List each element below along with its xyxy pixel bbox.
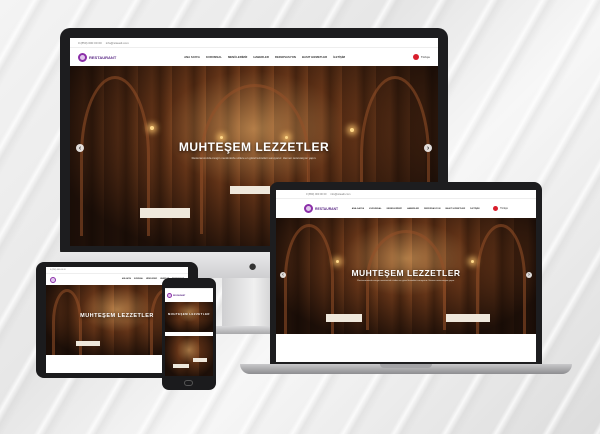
hero-title: MUHTEŞEM LEZZETLER: [168, 312, 210, 316]
dining-table: [193, 358, 207, 362]
lamp-light: [471, 260, 474, 263]
laptop-navbar: RESTAURANT ANA SAYFA KURUMSAL MENÜLERİMİ…: [276, 198, 536, 218]
dining-table: [76, 341, 100, 346]
phone-navbar: RESTAURANT: [165, 288, 213, 302]
phone: RESTAURANT MUHTEŞEM LEZZETLER: [162, 278, 216, 390]
turkey-flag-icon: [493, 206, 499, 211]
menu-item-home[interactable]: ANA SAYFA: [184, 55, 200, 59]
lamp-light: [220, 136, 223, 139]
site-logo[interactable]: RESTAURANT: [304, 204, 338, 213]
slider-prev-button[interactable]: ‹: [76, 144, 84, 152]
dining-table: [446, 314, 490, 322]
menu-item-home[interactable]: ANA SAYFA: [352, 208, 364, 210]
hero-subtitle: Restoranımızda zengin menümüzle sizlere …: [191, 156, 317, 160]
site-logo[interactable]: RESTAURANT: [78, 52, 117, 62]
logo-icon: [304, 204, 313, 213]
language-selector[interactable]: Türkçe: [493, 206, 508, 211]
laptop: 0 (850) 000 00 00 info@siteadi.com RESTA…: [270, 182, 542, 366]
topbar-phone: 0 (850) 000 00 00: [50, 269, 66, 271]
lamp-light: [350, 128, 354, 132]
menu-item-menus[interactable]: MENÜLERİMİZ: [146, 279, 157, 280]
menu-item-corporate[interactable]: KURUMSAL: [369, 208, 382, 210]
menu-item-news[interactable]: HABERLER: [253, 55, 269, 59]
dining-table: [326, 314, 362, 322]
site-logo[interactable]: [50, 276, 56, 283]
logo-text: RESTAURANT: [173, 294, 186, 297]
dining-table: [140, 208, 190, 218]
phone-screen: RESTAURANT MUHTEŞEM LEZZETLER: [165, 288, 213, 376]
menu-item-menus[interactable]: MENÜLERİMİZ: [387, 208, 402, 210]
logo-icon: [167, 293, 172, 298]
turkey-flag-icon: [412, 54, 419, 60]
laptop-topbar: 0 (850) 000 00 00 info@siteadi.com: [276, 190, 536, 198]
menu-item-reservation[interactable]: REZERVASYON: [275, 55, 296, 59]
phone-home-button[interactable]: [184, 380, 193, 386]
hero-subtitle: Restoranımızda zengin menümüzle sizlere …: [357, 280, 455, 282]
hero-title: MUHTEŞEM LEZZETLER: [178, 140, 330, 154]
menu-item-corporate[interactable]: KURUMSAL: [134, 279, 143, 280]
menu-item-menus[interactable]: MENÜLERİMİZ: [228, 55, 247, 59]
menu-item-services[interactable]: BASIT HIZMETLER: [445, 208, 465, 210]
language-label: Türkçe: [420, 55, 430, 59]
topbar-email: info@siteadi.com: [105, 40, 129, 45]
laptop-screen: 0 (850) 000 00 00 info@siteadi.com RESTA…: [276, 190, 536, 362]
slider-next-button[interactable]: ›: [424, 144, 432, 152]
phone-content-image: [165, 336, 213, 376]
menu-item-news[interactable]: HABERLER: [407, 208, 419, 210]
topbar-email: info@siteadi.com: [330, 192, 351, 196]
apple-logo-icon: ●: [248, 258, 258, 275]
slider-next-button[interactable]: ›: [526, 272, 532, 278]
logo-text: RESTAURANT: [89, 54, 117, 60]
dining-table: [230, 186, 270, 194]
hero-slider: MUHTEŞEM LEZZETLER: [165, 302, 213, 332]
main-menu: ANA SAYFA KURUMSAL MENÜLERİMİZ HABERLER …: [184, 55, 345, 59]
site-logo[interactable]: RESTAURANT: [167, 293, 185, 298]
topbar-phone: 0 (850) 000 00 00: [306, 192, 327, 196]
menu-item-services[interactable]: BASIT HIZMETLER: [302, 55, 327, 59]
laptop-notch: [380, 364, 432, 368]
topbar-phone: 0 (850) 000 00 00: [78, 40, 102, 45]
language-selector[interactable]: Türkçe: [412, 54, 430, 60]
logo-icon: [78, 52, 87, 62]
language-label: Türkçe: [500, 207, 508, 210]
desktop-topbar: 0 (850) 000 00 00 info@siteadi.com: [70, 38, 438, 47]
menu-item-contact[interactable]: İLETİŞİM: [333, 55, 345, 59]
lamp-light: [150, 126, 154, 130]
menu-item-reservation[interactable]: REZERVASYON: [424, 208, 440, 210]
logo-icon: [50, 276, 56, 283]
menu-item-home[interactable]: ANA SAYFA: [122, 279, 131, 280]
desktop-navbar: RESTAURANT ANA SAYFA KURUMSAL MENÜLERİMİ…: [70, 47, 438, 66]
hero-slider: MUHTEŞEM LEZZETLER Restoranımızda zengin…: [276, 218, 536, 334]
menu-item-contact[interactable]: İLETİŞİM: [470, 208, 479, 210]
hero-title: MUHTEŞEM LEZZETLER: [351, 268, 461, 278]
logo-text: RESTAURANT: [315, 206, 339, 211]
menu-item-corporate[interactable]: KURUMSAL: [206, 55, 222, 59]
slider-prev-button[interactable]: ‹: [280, 272, 286, 278]
lamp-light: [285, 136, 288, 139]
main-menu: ANA SAYFA KURUMSAL MENÜLERİMİZ HABERLER …: [352, 208, 480, 210]
lamp-light: [336, 260, 339, 263]
dining-table: [173, 364, 189, 368]
